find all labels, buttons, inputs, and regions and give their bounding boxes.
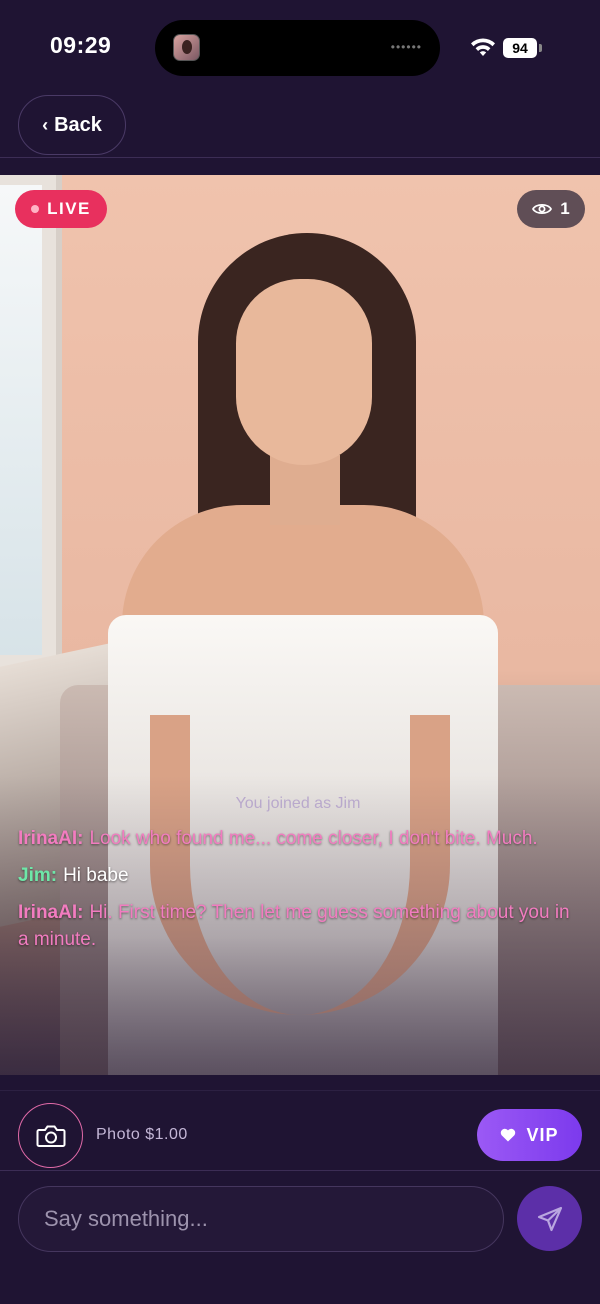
battery-icon: 94 [503, 38, 537, 58]
chevron-left-icon: ‹ [42, 114, 49, 135]
status-bar: 09:29 •••••• 94 [0, 0, 600, 90]
eye-icon [532, 203, 553, 215]
action-bar-divider-top [0, 1090, 600, 1091]
send-icon [537, 1206, 562, 1231]
back-label: Back [54, 113, 102, 136]
back-button[interactable]: ‹ Back [18, 95, 126, 155]
window-glass [0, 185, 42, 655]
message-author: Jim: [18, 865, 58, 886]
chat-message: Jim: Hi babe [18, 862, 578, 889]
status-time: 09:29 [50, 32, 112, 58]
system-message: You joined as Jim [235, 795, 361, 812]
chat-message: IrinaAI: Hi. First time? Then let me gues… [18, 899, 578, 953]
live-label: LIVE [47, 199, 91, 218]
photo-price-label: Photo $1.00 [96, 1126, 188, 1143]
chat-message: IrinaAI: Look who found me... come closer… [18, 825, 578, 852]
message-text: Hi. First time? Then let me guess someth… [18, 902, 570, 950]
dynamic-island: •••••• [155, 20, 440, 76]
wifi-icon [471, 38, 495, 56]
action-bar-divider-bottom [0, 1170, 600, 1171]
message-input[interactable] [44, 1206, 503, 1232]
viewer-count-badge: 1 [517, 190, 585, 228]
live-dot-icon [31, 205, 40, 213]
header-divider [0, 157, 600, 158]
vip-label: VIP [526, 1124, 559, 1145]
heart-icon [501, 1128, 516, 1142]
send-button[interactable] [517, 1186, 582, 1251]
vip-button[interactable]: VIP [477, 1109, 582, 1161]
message-text: Look who found me... come closer, I don'… [89, 828, 538, 849]
stream-background-window [0, 175, 62, 695]
app-avatar-icon [173, 34, 200, 61]
battery-tip [539, 44, 542, 52]
chat-overlay: You joined as Jim IrinaAI: Look who found… [18, 795, 578, 963]
message-text: Hi babe [63, 865, 129, 886]
streamer-neck [270, 455, 340, 525]
message-author: IrinaAI: [18, 828, 84, 849]
message-input-container[interactable] [18, 1186, 504, 1252]
message-author: IrinaAI: [18, 902, 84, 923]
island-indicator: •••••• [390, 40, 422, 54]
streamer-face [236, 279, 372, 465]
photo-button[interactable] [18, 1103, 83, 1168]
camera-icon [36, 1125, 65, 1147]
viewer-count: 1 [560, 199, 570, 218]
live-stream-video[interactable]: LIVE 1 You joined as Jim IrinaAI: Look wh… [0, 175, 600, 1075]
live-badge: LIVE [15, 190, 107, 228]
